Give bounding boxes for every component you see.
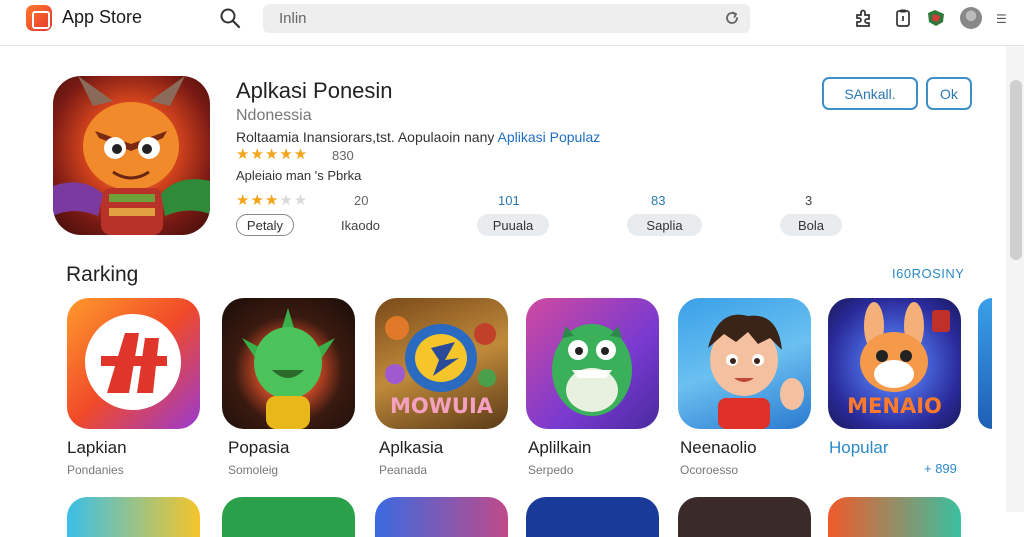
stat-label-ikaodo: Ikaodo [341, 218, 381, 233]
menu-icon[interactable]: ☰ [996, 12, 1007, 26]
app-category-popasia: Somoleig [228, 463, 279, 477]
app-category-neenaolio: Ocoroesso [680, 463, 739, 477]
app-name-neenaolio[interactable]: Neenaolio [680, 438, 757, 458]
rating-stars-secondary: ★★★★★ [236, 192, 309, 209]
description-text: Roltaamia Inansiorars,tst. Aopulaoin nan… [236, 129, 495, 145]
green-monster-icon [552, 324, 632, 416]
install-button[interactable]: SAnkall. [822, 77, 918, 110]
app-name-popasia[interactable]: Popasia [228, 438, 289, 458]
app-name[interactable]: App Store [62, 7, 142, 28]
app-tile-aplilkain[interactable] [526, 298, 659, 429]
search-icon[interactable] [219, 7, 241, 29]
app-name-aplkasia[interactable]: Aplkasia [379, 438, 443, 458]
stat-chip-bola[interactable]: Bola [780, 214, 842, 236]
tile-text-mowuia: MOWUIA [389, 394, 494, 418]
app-category-aplkasia: Peanada [379, 463, 428, 477]
clipboard-icon[interactable] [892, 7, 914, 29]
puzzle-icon[interactable] [852, 7, 874, 29]
app-tile-next-partial[interactable] [978, 298, 992, 429]
rating-count-primary: 830 [332, 148, 354, 163]
extension-icon[interactable] [925, 7, 947, 29]
app-store-logo-icon[interactable] [26, 5, 52, 31]
stat-value-saplia: 83 [651, 193, 666, 208]
app-tile-hopular[interactable]: MENAIO [828, 298, 961, 429]
featured-app-subtitle: Ndonessia [236, 107, 312, 124]
featured-app-meta: Apleiaio man 's Pbrka [236, 168, 362, 183]
app-tile-lapkian[interactable] [67, 298, 200, 429]
featured-app-icon[interactable] [53, 76, 210, 235]
app-tile-row2-3[interactable] [375, 497, 508, 537]
stat-value-puuala: 101 [498, 193, 520, 208]
avatar[interactable] [960, 7, 982, 29]
app-tile-row2-4[interactable] [526, 497, 659, 537]
app-name-hopular[interactable]: Hopular [829, 438, 889, 458]
app-category-aplilkain: Serpedo [528, 463, 574, 477]
stat-chip-puuala[interactable]: Puuala [477, 214, 549, 236]
search-input[interactable]: Inlin [263, 4, 750, 33]
app-name-aplilkain[interactable]: Aplilkain [528, 438, 591, 458]
scrollbar-thumb[interactable] [1010, 80, 1022, 260]
tile-text-menaio: MENAIO [847, 394, 942, 418]
stat-chip-saplia[interactable]: Saplia [627, 214, 702, 236]
featured-app-title: Aplkasi Ponesin [236, 78, 393, 103]
description-highlight-link[interactable]: Aplikasi Populaz [498, 129, 601, 145]
app-tile-aplkasia[interactable]: MOWUIA [375, 298, 508, 429]
letter-logo-icon [85, 314, 181, 410]
featured-app-description: Roltaamia Inansiorars,tst. Aopulaoin nan… [236, 129, 600, 145]
app-tile-popasia[interactable] [222, 298, 355, 429]
search-input-value: Inlin [279, 10, 307, 27]
stat-chip-petaly[interactable]: Petaly [236, 214, 294, 236]
see-all-link[interactable]: I60ROSINY [892, 266, 964, 281]
boy-character-icon [708, 314, 804, 429]
top-bar: App Store Inlin ☰ [0, 0, 1024, 46]
stat-value-bola: 3 [805, 193, 813, 208]
app-tile-row2-2[interactable] [222, 497, 355, 537]
app-name-lapkian[interactable]: Lapkian [67, 438, 127, 458]
app-category-lapkian: Pondanies [67, 463, 124, 477]
ok-button[interactable]: Ok [926, 77, 972, 110]
reload-icon[interactable] [723, 9, 741, 27]
app-tile-row2-6[interactable] [828, 497, 961, 537]
green-creature-icon [242, 308, 335, 429]
ranking-section-title: Rarking [66, 263, 139, 286]
app-price-hopular[interactable]: + 899 [924, 461, 957, 476]
rating-count-secondary: 20 [354, 193, 369, 208]
app-tile-neenaolio[interactable] [678, 298, 811, 429]
app-tile-row2-5[interactable] [678, 497, 811, 537]
rating-stars-primary: ★★★★★ [236, 146, 309, 163]
creature-mascot-icon [53, 76, 210, 235]
app-tile-row2-1[interactable] [67, 497, 200, 537]
